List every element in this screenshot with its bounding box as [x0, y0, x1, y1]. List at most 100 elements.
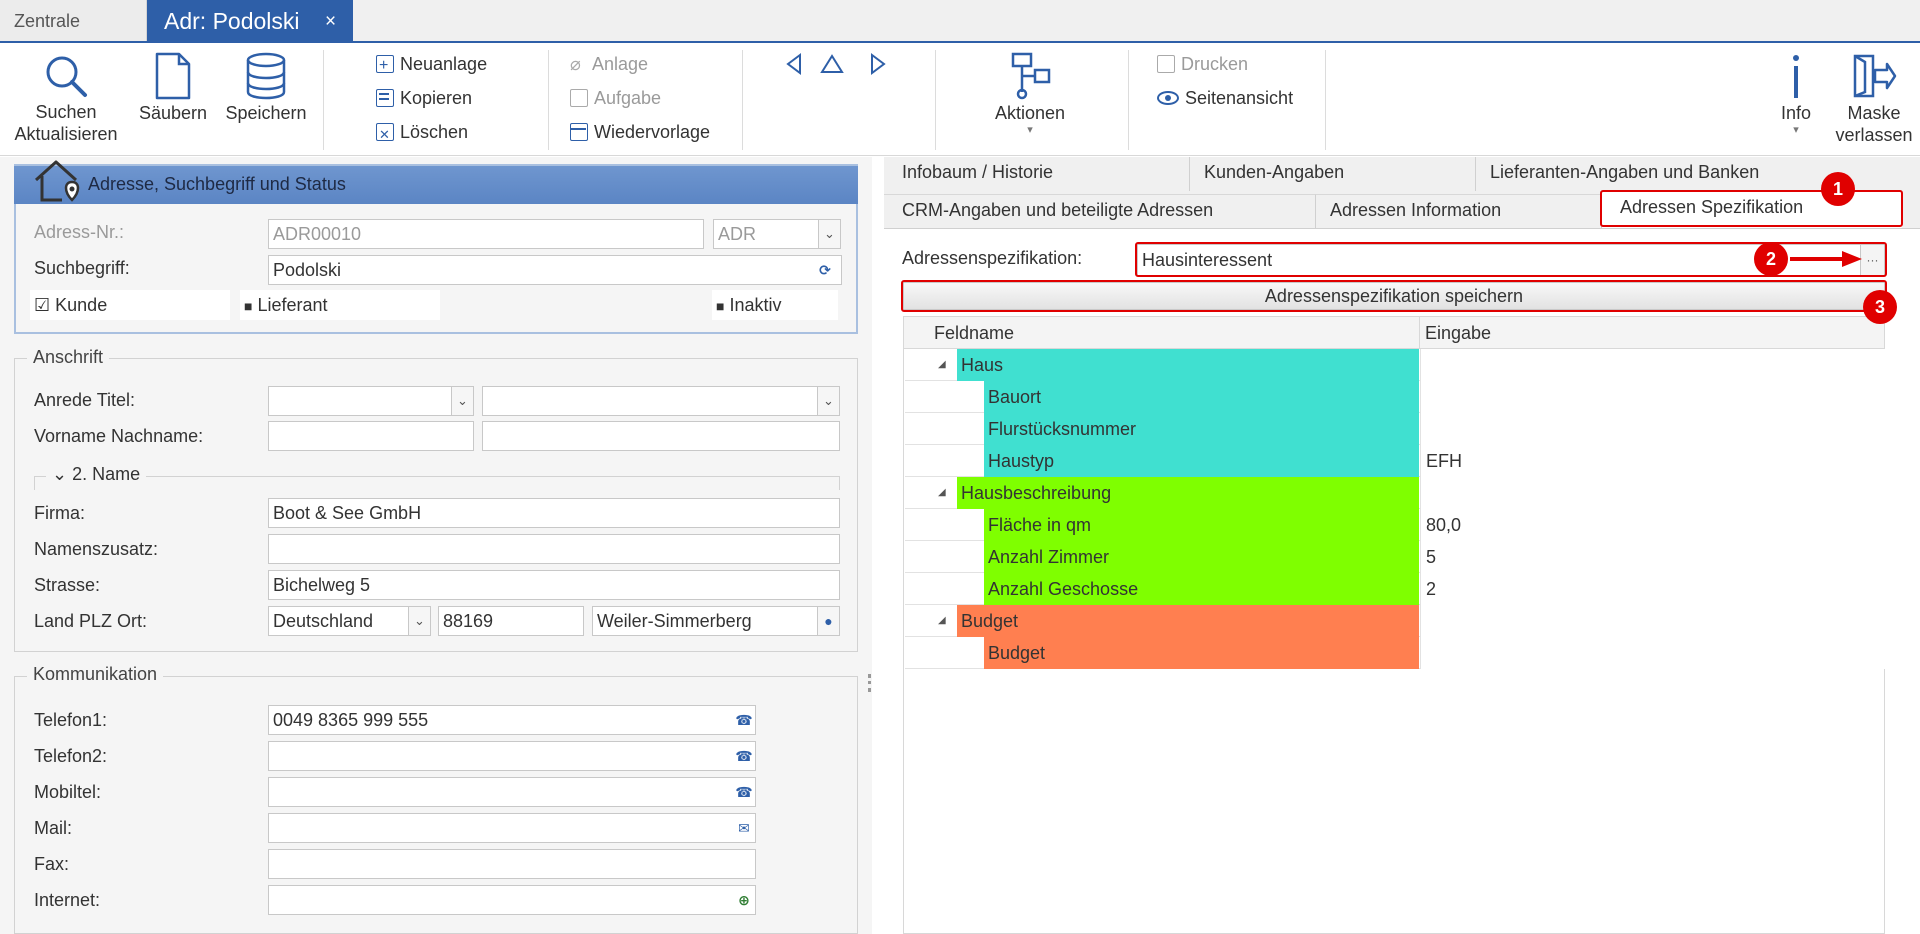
envelope-icon[interactable]: ✉: [733, 814, 755, 842]
tab-customer-data[interactable]: Kunden-Angaben: [1190, 157, 1476, 191]
chevron-down-icon[interactable]: ⌄: [818, 220, 840, 248]
map-pin-icon[interactable]: ●: [817, 607, 839, 635]
mobile-field[interactable]: ☎: [268, 777, 756, 807]
tree-field-value[interactable]: [1420, 413, 1885, 445]
search-term-field[interactable]: Podolski: [268, 255, 842, 285]
next-arrow-icon[interactable]: [871, 53, 886, 75]
save-label: Speichern: [225, 103, 307, 123]
tree-field-value[interactable]: [1420, 637, 1885, 669]
name-suffix-field[interactable]: [268, 534, 840, 564]
internet-label: Internet:: [34, 890, 101, 910]
expand-triangle-icon[interactable]: ◢: [938, 349, 946, 381]
tree-row[interactable]: Bauort: [905, 381, 1885, 413]
clipboard-icon: [570, 89, 588, 107]
splitter-handle[interactable]: [868, 674, 872, 692]
supplier-checkbox[interactable]: ■ Lieferant: [240, 290, 440, 320]
salutation-label: Anrede Titel:: [34, 390, 136, 410]
tree-field-value[interactable]: 2: [1420, 573, 1885, 605]
preview-button[interactable]: Seitenansicht: [1157, 84, 1293, 112]
phone1-label: Telefon1:: [34, 710, 108, 730]
tab-crm-data[interactable]: CRM-Angaben und beteiligte Adressen: [884, 194, 1316, 228]
info-button[interactable]: Info ▾: [1768, 50, 1824, 145]
print-button[interactable]: Drucken: [1157, 50, 1248, 78]
tree-field-name: Bauort: [984, 381, 1419, 413]
tree-row[interactable]: Fläche in qm 80,0: [905, 509, 1885, 541]
tree-row[interactable]: ◢ Budget: [905, 605, 1885, 637]
tree-row[interactable]: Haustyp EFH: [905, 445, 1885, 477]
customer-checkbox[interactable]: ☑ Kunde: [30, 290, 230, 320]
chevron-down-icon[interactable]: ⌄: [408, 607, 430, 635]
mail-label: Mail:: [34, 818, 73, 838]
search-button[interactable]: Suchen Aktualisieren: [8, 50, 124, 150]
tree-field-value[interactable]: 5: [1420, 541, 1885, 573]
inactive-checkbox[interactable]: ■ Inaktiv: [712, 290, 838, 320]
save-button[interactable]: Speichern: [220, 50, 312, 130]
tree-field-value[interactable]: [1420, 349, 1885, 381]
first-name-field[interactable]: [268, 421, 474, 451]
phone-icon[interactable]: ☎: [733, 742, 755, 770]
tree-field-value[interactable]: [1420, 381, 1885, 413]
internet-field[interactable]: ⊕: [268, 885, 756, 915]
column-header-input[interactable]: Eingabe: [1425, 320, 1491, 346]
exit-form-button[interactable]: Maske verlassen: [1832, 50, 1916, 150]
tree-field-value[interactable]: EFH: [1420, 445, 1885, 477]
zip-field[interactable]: 88169: [438, 606, 584, 636]
tab-address-information[interactable]: Adressen Information: [1316, 194, 1602, 228]
address-type-select[interactable]: ADR ⌄: [713, 219, 841, 249]
clear-button[interactable]: Säubern: [133, 50, 213, 130]
checkmark-icon: ☑: [34, 295, 51, 315]
title-select[interactable]: ⌄: [482, 386, 840, 416]
followup-button[interactable]: Wiedervorlage: [570, 118, 710, 146]
tree-row[interactable]: Anzahl Zimmer 5: [905, 541, 1885, 573]
tree-field-value[interactable]: 80,0: [1420, 509, 1885, 541]
mobile-label: Mobiltel:: [34, 782, 102, 802]
actions-button[interactable]: Aktionen ▾: [985, 50, 1075, 145]
address-nr-label: Adress-Nr.:: [34, 222, 125, 242]
fax-field[interactable]: [268, 849, 756, 879]
chevron-down-icon[interactable]: ⌄: [817, 387, 839, 415]
tree-row[interactable]: ◢ Hausbeschreibung: [905, 477, 1885, 509]
task-button[interactable]: Aufgabe: [570, 84, 661, 112]
tab-zentrale[interactable]: Zentrale: [0, 0, 147, 41]
country-zip-city-label: Land PLZ Ort:: [34, 611, 148, 631]
tab-adr-podolski[interactable]: Adr: Podolski ×: [147, 0, 353, 43]
country-select[interactable]: Deutschland ⌄: [268, 606, 431, 636]
street-field[interactable]: Bichelweg 5: [268, 570, 840, 600]
globe-icon[interactable]: ⊕: [733, 886, 755, 914]
previous-arrow-icon[interactable]: [786, 53, 801, 75]
tab-info-tree[interactable]: Infobaum / Historie: [884, 157, 1190, 191]
refresh-icon[interactable]: ⟳: [814, 256, 836, 284]
close-icon[interactable]: ×: [325, 0, 336, 43]
company-field[interactable]: Boot & See GmbH: [268, 498, 840, 528]
copy-icon: [376, 89, 394, 107]
phone1-field[interactable]: 0049 8365 999 555 ☎: [268, 705, 756, 735]
phone2-field[interactable]: ☎: [268, 741, 756, 771]
ribbon-separator: [935, 50, 936, 150]
tree-field-value[interactable]: [1420, 477, 1885, 509]
copy-button[interactable]: Kopieren: [376, 84, 472, 112]
last-name-field[interactable]: [482, 421, 840, 451]
mail-field[interactable]: ✉: [268, 813, 756, 843]
tree-row[interactable]: Flurstücksnummer: [905, 413, 1885, 445]
expand-triangle-icon[interactable]: ◢: [938, 477, 946, 509]
tree-row[interactable]: Budget: [905, 637, 1885, 669]
salutation-select[interactable]: ⌄: [268, 386, 474, 416]
new-button[interactable]: + Neuanlage: [376, 50, 487, 78]
up-arrow-icon[interactable]: [820, 54, 844, 73]
column-header-fieldname[interactable]: Feldname: [934, 320, 1014, 346]
phone-icon[interactable]: ☎: [733, 778, 755, 806]
address-nr-field[interactable]: ADR00010: [268, 219, 704, 249]
annotation-badge-2: 2: [1754, 242, 1788, 276]
city-field[interactable]: Weiler-Simmerberg ●: [592, 606, 840, 636]
delete-button[interactable]: ✕ Löschen: [376, 118, 468, 146]
attachment-button[interactable]: ⌀ Anlage: [570, 50, 648, 78]
tree-field-value[interactable]: [1420, 605, 1885, 637]
tree-row[interactable]: Anzahl Geschosse 2: [905, 573, 1885, 605]
tree-row[interactable]: ◢ Haus: [905, 349, 1885, 381]
expand-triangle-icon[interactable]: ◢: [938, 605, 946, 637]
phone-icon[interactable]: ☎: [733, 706, 755, 734]
second-name-expander[interactable]: ⌄ 2. Name: [46, 460, 147, 488]
navigation-arrows: [786, 53, 886, 75]
chevron-down-icon[interactable]: ⌄: [451, 387, 473, 415]
tree-field-name: Budget: [984, 637, 1419, 669]
